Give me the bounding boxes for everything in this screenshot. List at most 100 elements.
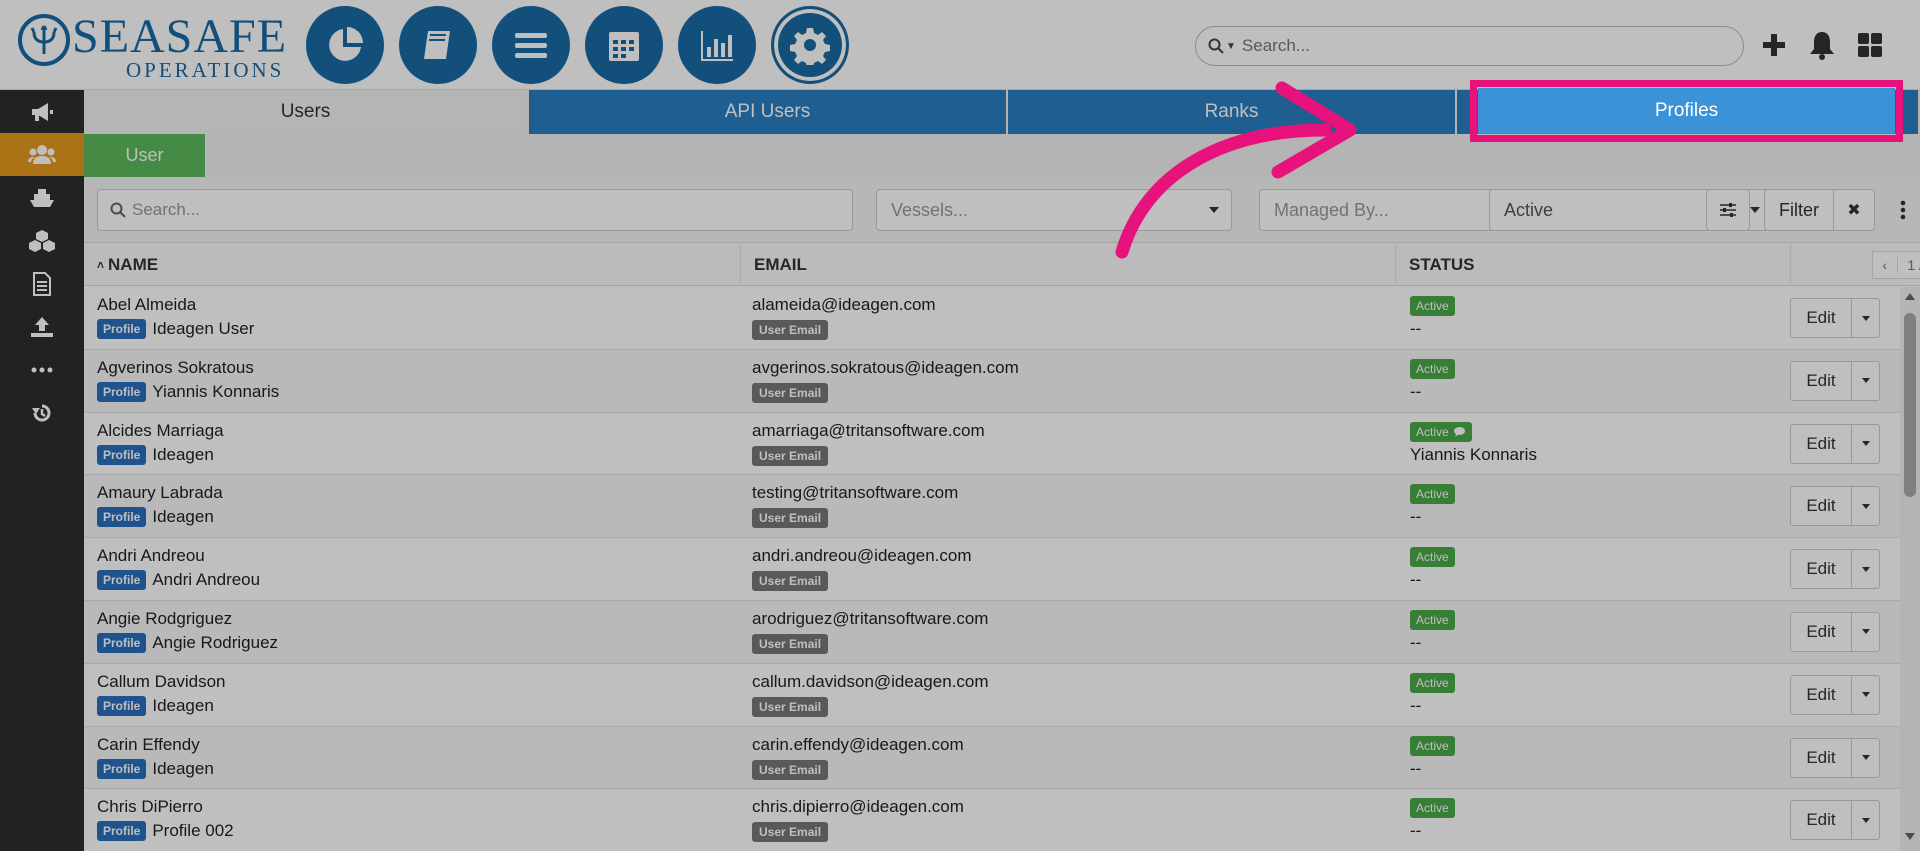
table-row[interactable]: Abel Almeida Profile Ideagen User alamei… [84,287,1900,350]
user-name[interactable]: Agverinos Sokratous [97,358,254,378]
settings-nav-button[interactable] [771,6,849,84]
user-name[interactable]: Callum Davidson [97,672,226,692]
user-email: testing@tritansoftware.com [752,483,959,503]
chevron-down-icon [1861,817,1870,823]
add-button[interactable] [1757,28,1791,62]
ship-icon [30,188,54,207]
sidebar-item-history[interactable] [0,391,84,434]
edit-dropdown-button[interactable] [1852,360,1880,401]
edit-button[interactable]: Edit [1790,486,1852,527]
table-row[interactable]: Angie Rodgriguez Profile Angie Rodriguez… [84,600,1900,664]
table-row[interactable]: Callum Davidson Profile Ideagen callum.d… [84,663,1900,727]
user-name[interactable]: Abel Almeida [97,295,196,315]
seasafe-logo[interactable]: SEASAFE OPERATIONS [14,10,286,82]
tutorial-arrow-icon [1115,81,1357,259]
dashboard-nav-button[interactable] [306,6,384,84]
table-row[interactable]: Amaury Labrada Profile Ideagen testing@t… [84,475,1900,539]
edit-button[interactable]: Edit [1790,674,1852,715]
documents-nav-button[interactable] [399,6,477,84]
global-search-placeholder: Search... [1241,36,1310,55]
status-badge: Active [1410,547,1455,568]
managed-by: Yiannis Konnaris [1410,444,1537,464]
edit-dropdown-button[interactable] [1852,423,1880,464]
comment-icon[interactable] [1453,426,1466,437]
list-nav-button[interactable] [492,6,570,84]
edit-dropdown-button[interactable] [1852,486,1880,527]
filter-bar: Search... Vessels... Managed By... Activ… [84,177,1920,243]
tab-api-users[interactable]: API Users [529,90,1008,134]
search-icon [1208,38,1224,54]
filter-button[interactable]: Filter [1764,189,1834,231]
managed-by: -- [1410,381,1422,401]
profile-name: Ideagen [152,444,214,464]
column-header-status[interactable]: STATUS [1396,243,1791,286]
table-row[interactable]: Andri Andreou Profile Andri Andreou andr… [84,538,1900,601]
clear-filter-button[interactable]: ✖ [1833,189,1875,231]
email-type-badge: User Email [752,696,829,717]
boxes-icon [29,229,55,252]
prev-page-button[interactable]: ‹ [1873,257,1897,273]
user-name[interactable]: Amaury Labrada [97,483,223,503]
table-row[interactable]: Carin Effendy Profile Ideagen carin.effe… [84,726,1900,790]
user-email: callum.davidson@ideagen.com [752,671,989,691]
subtab-user[interactable]: User [84,134,205,177]
column-header-name[interactable]: ˄ NAME [84,243,741,286]
global-search-input[interactable]: ▼ Search... [1195,26,1744,66]
profile-badge: Profile [97,632,147,653]
status-badge: Active [1410,609,1455,630]
profile-badge: Profile [97,758,147,779]
edit-button[interactable]: Edit [1790,549,1852,590]
edit-dropdown-button[interactable] [1852,549,1880,590]
edit-button-group: Edit [1790,360,1880,401]
scroll-up-icon[interactable] [1905,293,1915,300]
edit-button[interactable]: Edit [1790,360,1852,401]
list-icon [515,33,547,58]
profile-name: Ideagen [152,507,214,527]
scroll-down-icon[interactable] [1905,833,1915,840]
table-row[interactable]: Chris DiPierro Profile Profile 002 chris… [84,789,1900,851]
apps-grid-button[interactable] [1853,28,1887,62]
status-badge: Active [1410,484,1455,505]
edit-button-group: Edit [1790,423,1880,464]
status-label: Active [1416,550,1449,565]
user-name[interactable]: Alcides Marriaga [97,421,224,441]
sidebar-item-more[interactable] [0,348,84,391]
user-profile: Profile Andri Andreou [97,570,260,591]
user-search-input[interactable]: Search... [97,189,853,231]
tab-users[interactable]: Users [84,90,529,134]
edit-button[interactable]: Edit [1790,298,1852,338]
user-name[interactable]: Angie Rodgriguez [97,609,232,629]
edit-dropdown-button[interactable] [1852,298,1880,338]
edit-dropdown-button[interactable] [1852,674,1880,715]
calendar-nav-button[interactable] [585,6,663,84]
sidebar-item-users[interactable] [0,133,84,176]
table-row[interactable]: Agverinos Sokratous Profile Yiannis Konn… [84,349,1900,413]
reports-nav-button[interactable] [678,6,756,84]
edit-button[interactable]: Edit [1790,423,1852,464]
user-name[interactable]: Andri Andreou [97,546,205,566]
user-email: alameida@ideagen.com [752,295,936,314]
user-name[interactable]: Carin Effendy [97,735,200,755]
edit-button[interactable]: Edit [1790,800,1852,841]
table-row[interactable]: Alcides Marriaga Profile Ideagen amarria… [84,412,1900,476]
edit-dropdown-button[interactable] [1852,611,1880,652]
more-options-button[interactable] [1896,189,1910,231]
user-name[interactable]: Chris DiPierro [97,797,203,817]
sidebar-item-upload[interactable] [0,305,84,348]
edit-button[interactable]: Edit [1790,611,1852,652]
advanced-filter-button[interactable] [1706,189,1750,231]
user-profile: Profile Ideagen User [97,319,254,339]
table-scrollbar[interactable] [1900,287,1920,851]
email-type-badge: User Email [752,320,829,340]
edit-dropdown-button[interactable] [1852,800,1880,841]
sidebar-item-vessels[interactable] [0,176,84,219]
sidebar-item-documents[interactable] [0,262,84,305]
sliders-icon [1720,203,1736,217]
notifications-button[interactable] [1805,28,1839,62]
managed-by: -- [1410,570,1422,590]
sidebar-item-inventory[interactable] [0,219,84,262]
edit-button[interactable]: Edit [1790,737,1852,778]
sidebar-item-announcements[interactable] [0,90,84,133]
scroll-thumb[interactable] [1904,313,1916,497]
edit-dropdown-button[interactable] [1852,737,1880,778]
